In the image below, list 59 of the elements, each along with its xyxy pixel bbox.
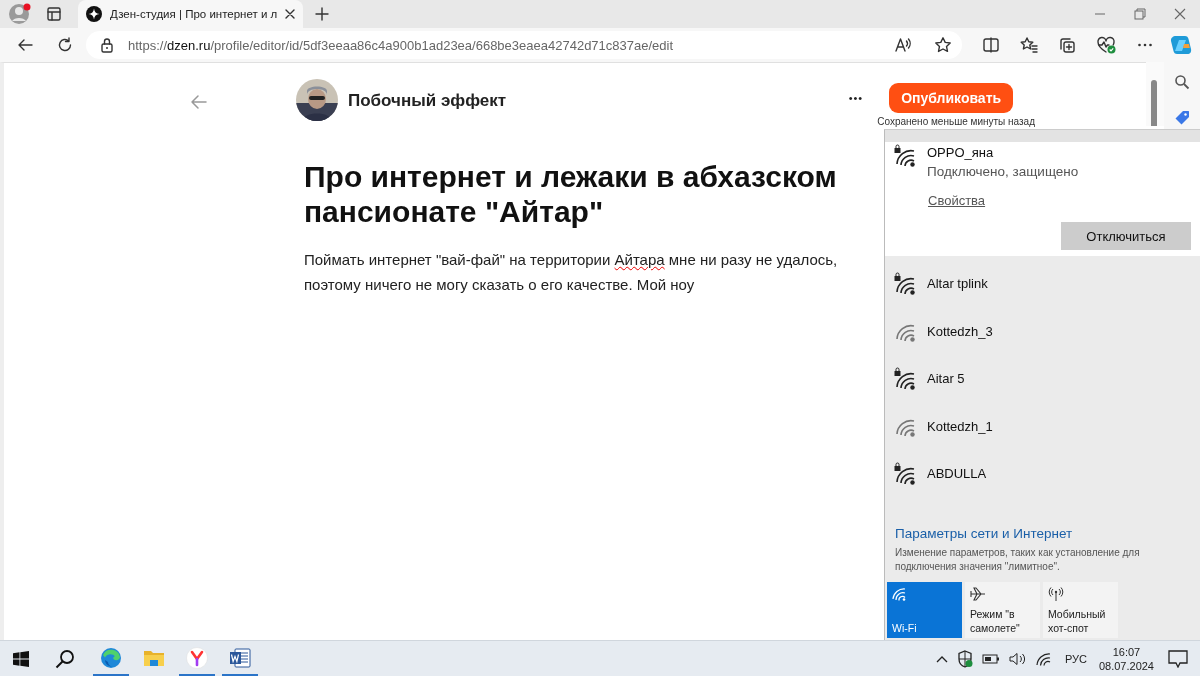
star-icon[interactable]	[934, 36, 952, 54]
network-name: OPPO_яна	[927, 145, 995, 160]
settings-description: Изменение параметров, таких как установление для подключения значения "лимитное".	[895, 546, 1141, 574]
network-item[interactable]: Altar tplink	[885, 260, 1200, 308]
tab-title: Дзен-студия | Про интернет и л	[110, 8, 278, 20]
tag-icon[interactable]	[1174, 110, 1190, 126]
favorites-icon[interactable]	[1020, 36, 1038, 54]
split-screen-icon[interactable]	[982, 36, 1000, 54]
volume-icon[interactable]	[1008, 651, 1027, 666]
read-aloud-icon[interactable]	[894, 36, 912, 54]
hotspot-icon	[1048, 587, 1064, 601]
save-status: Сохранено меньше минуты назад	[877, 116, 1035, 127]
browser-icon	[186, 646, 208, 669]
connection-status: Подключено, защищено	[927, 164, 1079, 179]
airplane-icon	[970, 587, 986, 601]
browser-icon	[100, 646, 122, 669]
wifi-icon[interactable]	[1035, 651, 1052, 666]
search-icon[interactable]	[1174, 74, 1190, 90]
quick-action-tile[interactable]: Мобильный хот-спот	[1043, 582, 1118, 638]
new-tab-icon[interactable]	[315, 7, 330, 21]
network-settings-link[interactable]: Параметры сети и Интернет	[895, 526, 1200, 541]
heart-pulse-icon[interactable]	[1096, 36, 1116, 54]
network-item[interactable]: Aitar 5	[885, 355, 1200, 403]
back-arrow-icon[interactable]	[190, 94, 208, 110]
avatar	[296, 79, 338, 121]
restore-icon[interactable]	[1134, 8, 1146, 20]
article-title: Про интернет и лежаки в абхазском пансионате "Айтар"	[304, 159, 838, 229]
collections-icon[interactable]	[1058, 36, 1076, 54]
copilot-icon[interactable]	[1170, 34, 1192, 56]
document-app-icon	[229, 646, 251, 669]
quick-action-tile[interactable]: Wi-Fi	[887, 582, 962, 638]
tab-actions-icon[interactable]	[46, 6, 62, 22]
profile-icon[interactable]	[8, 2, 32, 26]
windows-start-icon[interactable]	[13, 650, 29, 667]
lock-icon	[100, 37, 114, 53]
clock[interactable]: 16:07 08.07.2024	[1098, 644, 1154, 673]
author-name[interactable]: Побочный эффект	[348, 91, 507, 111]
language-indicator[interactable]: РУС	[1064, 652, 1087, 665]
notifications-icon[interactable]	[1168, 649, 1188, 668]
wifi-icon	[892, 587, 906, 601]
disconnect-button[interactable]: Отключиться	[1061, 222, 1191, 250]
network-item[interactable]: Kottedzh_3	[885, 307, 1200, 355]
shield-icon[interactable]	[956, 649, 973, 668]
article-paragraph: Поймать интернет "вай-фай" на территории Айтара мне ни разу не удалось, поэтому ничего не могу сказать о его качестве. Мой ноу	[304, 250, 839, 295]
address-field[interactable]: https://dzen.ru/profile/editor/id/5df3eeaa86c4a900b1ad23ea/668be3eaea42742d71c837ae/edit	[86, 31, 962, 59]
reload-icon[interactable]	[56, 36, 74, 54]
quick-action-tile[interactable]: Режим "в самолете"	[965, 582, 1040, 638]
network-item[interactable]: ABDULLA	[885, 450, 1200, 498]
battery-icon[interactable]	[981, 653, 1000, 664]
properties-link[interactable]: Свойства	[928, 193, 986, 208]
search-icon[interactable]	[55, 648, 75, 669]
sparkle-icon	[86, 6, 102, 22]
browser-tab[interactable]: Дзен-студия | Про интернет и л	[78, 0, 304, 28]
network-item[interactable]: Kottedzh_1	[885, 402, 1200, 450]
more-button[interactable]: •••	[842, 90, 870, 106]
chevron-up-icon[interactable]	[935, 654, 948, 663]
close-icon[interactable]	[285, 9, 296, 19]
url-text: https://dzen.ru/profile/editor/id/5df3eeaa86c4a900b1ad23ea/668be3eaea42742d71c837ae/edit	[128, 37, 674, 53]
connected-network[interactable]: OPPO_яна Подключено, защищено Свойства Отключиться	[885, 142, 1200, 256]
